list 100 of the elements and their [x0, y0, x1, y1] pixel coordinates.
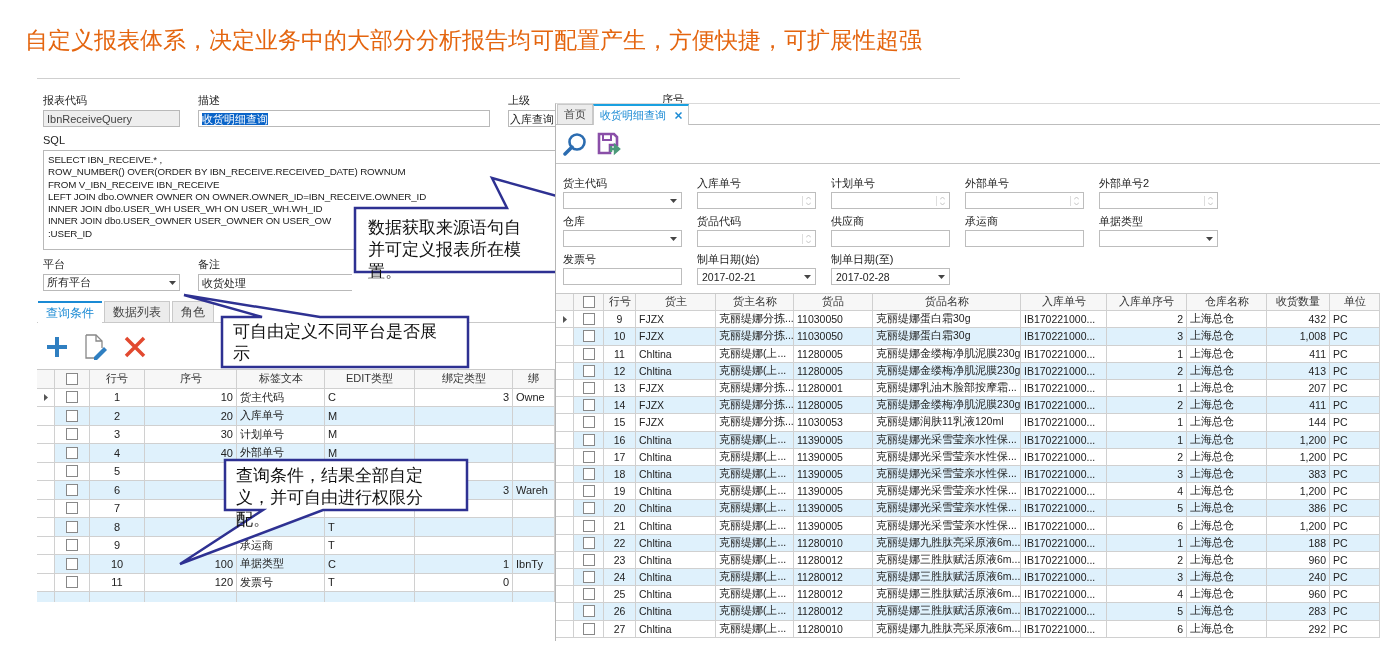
table-cell: 144: [1308, 416, 1326, 429]
checkbox[interactable]: [582, 330, 595, 343]
checkbox[interactable]: [66, 409, 78, 422]
field-label: 平台: [43, 257, 65, 272]
tab[interactable]: 数据列表: [104, 301, 170, 322]
checkbox[interactable]: [66, 428, 78, 441]
table-cell: 9: [616, 313, 623, 326]
column-header[interactable]: 标签文本: [237, 370, 325, 388]
checkbox[interactable]: [582, 485, 595, 498]
table-cell: 3: [1177, 467, 1183, 480]
spin-field[interactable]: [1099, 192, 1218, 209]
text-field[interactable]: IbnReceiveQuery: [43, 110, 180, 127]
tab[interactable]: 角色: [172, 301, 214, 322]
remark-field[interactable]: 收货处理: [198, 274, 352, 291]
column-header[interactable]: 货主: [636, 294, 716, 311]
table-cell: 上海总仓: [1190, 535, 1234, 550]
checkbox[interactable]: [582, 605, 595, 618]
column-header[interactable]: 货品名称: [873, 294, 1021, 311]
checkbox[interactable]: [582, 553, 595, 566]
input-field[interactable]: [965, 230, 1084, 247]
column-header[interactable]: 入库单号: [1021, 294, 1107, 311]
table-cell: 11390005: [797, 433, 843, 446]
checkbox[interactable]: [66, 446, 78, 459]
table-cell: 5: [1177, 605, 1183, 618]
checkbox[interactable]: [582, 450, 595, 463]
checkbox[interactable]: [66, 539, 78, 552]
column-header[interactable]: 绑定类型: [415, 370, 513, 388]
checkbox[interactable]: [66, 465, 78, 478]
tab[interactable]: 查询条件: [38, 301, 102, 323]
checkbox[interactable]: [582, 519, 595, 532]
checkbox[interactable]: [582, 622, 595, 635]
document-pencil-icon[interactable]: [84, 334, 108, 360]
column-header[interactable]: 仓库名称: [1187, 294, 1267, 311]
table-cell: PC: [1333, 416, 1348, 429]
page-title: 自定义报表体系，决定业务中的大部分分析报告均可配置产生，方便快捷，可扩展性超强: [24, 26, 923, 55]
checkbox[interactable]: [66, 372, 78, 385]
spin-field[interactable]: [697, 230, 816, 247]
tab[interactable]: 收货明细查询: [593, 104, 689, 125]
checkbox[interactable]: [582, 433, 595, 446]
table-cell: M: [328, 409, 338, 422]
table-cell: PC: [1333, 433, 1348, 446]
table-cell: FJZX: [639, 416, 665, 429]
checkbox[interactable]: [582, 313, 595, 326]
spin-field[interactable]: [697, 192, 816, 209]
table-cell: 2: [1177, 553, 1183, 566]
table-cell: IB170221000...: [1024, 605, 1096, 618]
table-cell: Chltina: [639, 450, 672, 463]
spin-field[interactable]: [831, 192, 950, 209]
checkbox[interactable]: [66, 576, 78, 589]
text-field[interactable]: 收货明细查询: [198, 110, 490, 127]
checkbox[interactable]: [582, 364, 595, 377]
platform-dropdown[interactable]: 所有平台: [43, 274, 180, 291]
delete-icon[interactable]: [124, 336, 146, 358]
checkbox[interactable]: [66, 502, 78, 515]
search-icon[interactable]: [563, 132, 587, 156]
table-cell: 11280010: [797, 536, 843, 549]
caret-icon: [169, 280, 176, 285]
checkbox[interactable]: [582, 347, 595, 360]
input-field[interactable]: [831, 230, 950, 247]
checkbox[interactable]: [582, 502, 595, 515]
dropdown[interactable]: [563, 192, 682, 209]
checkbox[interactable]: [66, 483, 78, 496]
checkbox[interactable]: [582, 588, 595, 601]
checkbox[interactable]: [66, 520, 78, 533]
table-cell: 10: [613, 330, 626, 343]
dropdown[interactable]: [563, 230, 682, 247]
checkbox[interactable]: [582, 399, 595, 412]
checkbox[interactable]: [582, 571, 595, 584]
checkbox[interactable]: [582, 416, 595, 429]
dropdown[interactable]: [1099, 230, 1218, 247]
column-header[interactable]: 收货数量: [1267, 294, 1330, 311]
tab[interactable]: 首页: [557, 104, 593, 124]
checkbox[interactable]: [582, 296, 595, 309]
checkbox[interactable]: [66, 391, 78, 404]
input-field[interactable]: [563, 268, 682, 285]
column-header[interactable]: 序号: [145, 370, 237, 388]
close-icon[interactable]: [675, 112, 682, 119]
column-header[interactable]: 货主名称: [716, 294, 794, 311]
table-cell: 18: [613, 467, 626, 480]
add-icon[interactable]: [46, 336, 68, 358]
checkbox[interactable]: [66, 557, 78, 570]
checkbox[interactable]: [582, 382, 595, 395]
column-header[interactable]: EDIT类型: [325, 370, 415, 388]
table-cell: 0: [502, 576, 509, 589]
column-header[interactable]: 行号: [90, 370, 145, 388]
table-cell: 292: [1308, 622, 1326, 635]
column-header[interactable]: 单位: [1330, 294, 1380, 311]
spin-field[interactable]: [965, 192, 1084, 209]
checkbox[interactable]: [582, 536, 595, 549]
floppy-arrow-icon[interactable]: [597, 132, 621, 156]
table-cell: 克丽缇娜分拣...: [719, 329, 793, 344]
table-cell: 克丽缇娜金缕梅净肌泥膜230g: [876, 346, 1020, 361]
column-header[interactable]: 入库单序号: [1107, 294, 1187, 311]
dropdown[interactable]: 2017-02-28: [831, 268, 950, 285]
table-cell: 上海总仓: [1190, 570, 1234, 585]
dropdown[interactable]: 2017-02-21: [697, 268, 816, 285]
column-header[interactable]: 货品: [794, 294, 873, 311]
column-header[interactable]: 行号: [604, 294, 636, 311]
table-cell: PC: [1333, 347, 1348, 360]
checkbox[interactable]: [582, 467, 595, 480]
